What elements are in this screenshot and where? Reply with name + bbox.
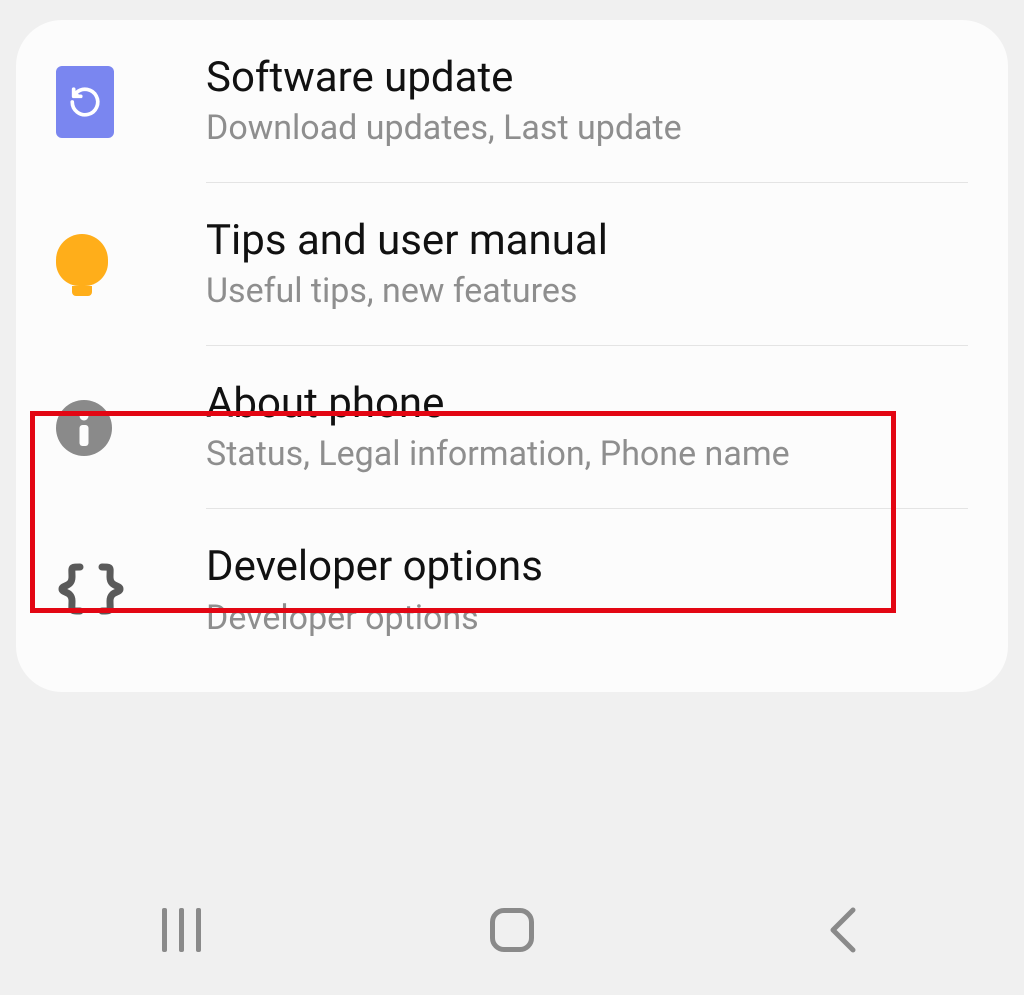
android-navbar	[16, 895, 1008, 965]
refresh-icon	[56, 66, 114, 138]
text-container: Tips and user manual Useful tips, new fe…	[206, 217, 978, 312]
icon-container	[56, 234, 206, 296]
recents-icon	[162, 908, 201, 952]
item-title: Software update	[206, 54, 978, 102]
lightbulb-icon	[56, 234, 108, 296]
icon-container	[56, 561, 206, 621]
item-title: Tips and user manual	[206, 217, 978, 265]
settings-item-developer-options[interactable]: Developer options Developer options	[16, 509, 1008, 672]
item-subtitle: Useful tips, new features	[206, 271, 978, 312]
settings-item-about-phone[interactable]: About phone Status, Legal information, P…	[16, 346, 1008, 509]
settings-item-tips-manual[interactable]: Tips and user manual Useful tips, new fe…	[16, 183, 1008, 346]
settings-item-software-update[interactable]: Software update Download updates, Last u…	[16, 20, 1008, 183]
text-container: Software update Download updates, Last u…	[206, 54, 978, 149]
text-container: About phone Status, Legal information, P…	[206, 380, 978, 475]
nav-back-button[interactable]	[783, 900, 903, 960]
item-subtitle: Download updates, Last update	[206, 108, 978, 149]
text-container: Developer options Developer options	[206, 543, 978, 638]
info-icon	[56, 400, 112, 456]
nav-home-button[interactable]	[452, 900, 572, 960]
item-title: About phone	[206, 380, 978, 428]
settings-card: Software update Download updates, Last u…	[16, 20, 1008, 692]
item-title: Developer options	[206, 543, 978, 591]
item-subtitle: Status, Legal information, Phone name	[206, 434, 978, 475]
icon-container	[56, 66, 206, 138]
icon-container	[56, 400, 206, 456]
item-subtitle: Developer options	[206, 598, 978, 639]
nav-recents-button[interactable]	[121, 900, 241, 960]
back-icon	[823, 905, 863, 955]
home-icon	[490, 908, 534, 952]
code-braces-icon	[56, 561, 126, 621]
